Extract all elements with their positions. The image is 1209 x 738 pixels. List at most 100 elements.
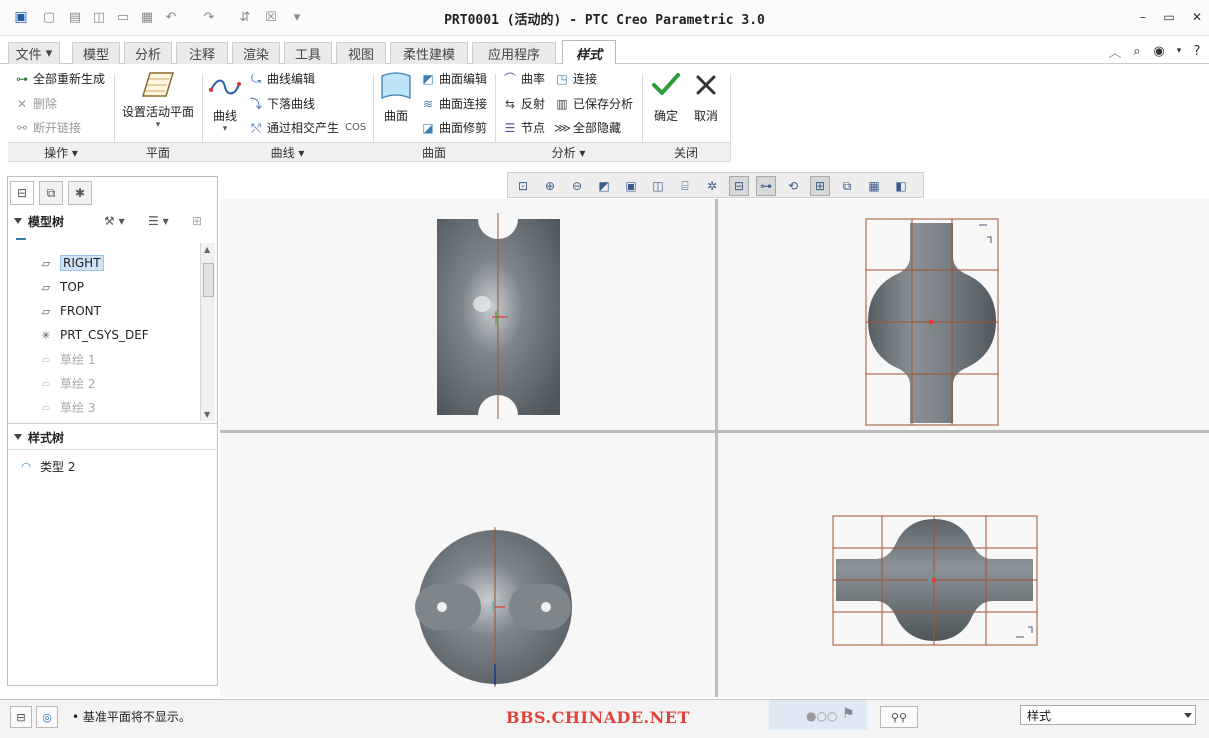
title-bar: ▣ ▢ ▤ ◫ ▭ ▦ ↶ ↷ ⇵ ☒ ▾ PRT0001 (活动的) - PT… bbox=[0, 0, 1209, 36]
curve-edit-button[interactable]: ⤿ 曲线编辑 bbox=[248, 70, 315, 87]
selection-filter-dropdown[interactable]: 样式 bbox=[1020, 705, 1196, 725]
grid-icon[interactable]: ⧉ bbox=[837, 176, 857, 196]
help-dropdown-icon[interactable]: ▾ bbox=[1170, 42, 1188, 60]
collapse-ribbon-icon[interactable]: ︿ bbox=[1106, 42, 1124, 61]
tab-style[interactable]: 样式 bbox=[562, 40, 616, 65]
viewport-divider-horizontal[interactable] bbox=[220, 430, 1209, 433]
curvature-button[interactable]: ⌒ 曲率 bbox=[502, 70, 545, 87]
model-tree-tab-icon[interactable]: ⊟ bbox=[10, 181, 34, 205]
progress-icon: ●○○ bbox=[806, 709, 838, 723]
tab-flexible-modeling[interactable]: 柔性建模 bbox=[390, 42, 468, 64]
minimize-icon[interactable]: – bbox=[1134, 9, 1152, 25]
intersect-cos-button[interactable]: ⤲ 通过相交产生 COS bbox=[248, 119, 366, 136]
tab-view[interactable]: 视图 bbox=[336, 42, 386, 64]
refit-icon[interactable]: ⊡ bbox=[513, 176, 533, 196]
annotation-display-icon[interactable]: ⟲ bbox=[783, 176, 803, 196]
tab-file[interactable]: 文件 ▾ bbox=[8, 42, 60, 64]
viewport-divider-vertical[interactable] bbox=[715, 199, 718, 697]
saved-analysis-button[interactable]: ▥ 已保存分析 bbox=[554, 95, 633, 112]
cancel-button[interactable]: 取消 bbox=[688, 72, 724, 124]
drop-curve-icon: ⤵ bbox=[249, 96, 262, 111]
view-icon[interactable]: ◧ bbox=[891, 176, 911, 196]
help-icon[interactable]: ? bbox=[1188, 42, 1206, 60]
navigator-toggle-icon[interactable]: ⊟ bbox=[10, 706, 32, 728]
zoom-in-icon[interactable]: ⊕ bbox=[540, 176, 560, 196]
settings-icon[interactable]: ⚒ ▾ bbox=[104, 214, 125, 228]
active-plane-icon bbox=[141, 72, 175, 97]
group-label-curve[interactable]: 曲线 ▾ bbox=[202, 144, 373, 160]
style-tree-item-type-2[interactable]: ◠ 类型 2 bbox=[18, 456, 75, 476]
surface-trim-button[interactable]: ◪ 曲面修剪 bbox=[420, 119, 487, 136]
zoom-out-icon[interactable]: ⊖ bbox=[567, 176, 587, 196]
reflect-button[interactable]: ⇆ 反射 bbox=[502, 95, 545, 112]
drop-curve-button[interactable]: ⤵ 下落曲线 bbox=[248, 95, 315, 112]
tab-tools[interactable]: 工具 bbox=[284, 42, 332, 64]
scroll-up-icon[interactable]: ▲ bbox=[204, 245, 210, 254]
tree-item-right[interactable]: ▱ RIGHT bbox=[38, 253, 104, 273]
viewport-side[interactable] bbox=[415, 527, 572, 687]
tree-item-sketch-1[interactable]: ⌓ 草绘 1 bbox=[38, 349, 96, 369]
tree-item-sketch-3[interactable]: ⌓ 草绘 3 bbox=[38, 397, 96, 417]
saved-orientations-icon[interactable]: ◫ bbox=[648, 176, 668, 196]
group-label-ops[interactable]: 操作 ▾ bbox=[8, 144, 114, 160]
plane-display-icon[interactable]: ⊟ bbox=[729, 176, 749, 196]
browser-toggle-icon[interactable]: ◎ bbox=[36, 706, 58, 728]
spin-center-icon[interactable]: ⊶ bbox=[756, 176, 776, 196]
repaint-icon[interactable]: ◩ bbox=[594, 176, 614, 196]
set-active-plane-button[interactable]: 设置活动平面 ▾ bbox=[118, 70, 198, 130]
connect-analysis-button[interactable]: ◳ 连接 bbox=[554, 70, 597, 87]
watermark: BBS.CHINADE.NET bbox=[506, 708, 690, 727]
datum-display-icon[interactable]: ✲ bbox=[702, 176, 722, 196]
chevron-down-icon bbox=[1184, 713, 1192, 718]
tree-item-csys[interactable]: ✳ PRT_CSYS_DEF bbox=[38, 325, 148, 345]
tab-annotate[interactable]: 注释 bbox=[176, 42, 228, 64]
reflect-icon: ⇆ bbox=[504, 96, 516, 111]
viewport-front[interactable] bbox=[437, 213, 560, 419]
curve-button[interactable]: 曲线 ▾ bbox=[206, 76, 244, 134]
surface-button[interactable]: 曲面 bbox=[376, 70, 416, 124]
tree-item-top[interactable]: ▱ TOP bbox=[38, 277, 84, 297]
tree-scrollbar[interactable]: ▲ ▼ bbox=[200, 243, 215, 421]
regenerate-all-button[interactable]: ⊶ 全部重新生成 bbox=[14, 70, 105, 87]
maximize-icon[interactable]: ▭ bbox=[1160, 9, 1178, 25]
hide-all-icon: ⋙ bbox=[554, 120, 572, 135]
group-label-analysis[interactable]: 分析 ▾ bbox=[495, 144, 642, 160]
tab-applications[interactable]: 应用程序 bbox=[472, 42, 556, 64]
model-tree-header[interactable]: 模型树 ⚒ ▾ ☰ ▾ ⊞ bbox=[8, 209, 217, 233]
filter-icon[interactable]: ⊞ bbox=[192, 214, 202, 228]
tab-render[interactable]: 渲染 bbox=[232, 42, 280, 64]
four-view-icon[interactable]: ⊞ bbox=[810, 176, 830, 196]
display-style-icon[interactable]: ▣ bbox=[621, 176, 641, 196]
collapse-icon bbox=[14, 218, 22, 224]
view-manager-icon[interactable]: ⌸ bbox=[675, 176, 695, 196]
sketch-icon: ⌓ bbox=[41, 376, 51, 389]
tab-model[interactable]: 模型 bbox=[72, 42, 120, 64]
flag-icon[interactable]: ⚑ bbox=[842, 706, 855, 722]
surface-connect-button[interactable]: ≋ 曲面连接 bbox=[420, 95, 487, 112]
favorites-tab-icon[interactable]: ✱ bbox=[68, 181, 92, 205]
close-icon[interactable]: ✕ bbox=[1188, 9, 1206, 25]
break-link-button[interactable]: ⚯ 断开链接 bbox=[14, 119, 81, 136]
tree-item-sketch-2[interactable]: ⌓ 草绘 2 bbox=[38, 373, 96, 393]
viewport-right[interactable] bbox=[832, 515, 1038, 646]
tree-item-front[interactable]: ▱ FRONT bbox=[38, 301, 101, 321]
delete-button[interactable]: ✕ 删除 bbox=[14, 95, 57, 112]
datum-plane-icon: ▱ bbox=[41, 280, 51, 294]
help-center-icon[interactable]: ◉ bbox=[1150, 42, 1168, 60]
folder-browser-tab-icon[interactable]: ⧉ bbox=[39, 181, 63, 205]
show-icon[interactable]: ☰ ▾ bbox=[148, 214, 169, 228]
ok-button[interactable]: 确定 bbox=[648, 72, 684, 124]
node-button[interactable]: ☰ 节点 bbox=[502, 119, 545, 136]
tab-analysis[interactable]: 分析 bbox=[124, 42, 172, 64]
find-icon[interactable]: ⚲⚲ bbox=[880, 706, 918, 728]
hide-all-button[interactable]: ⋙ 全部隐藏 bbox=[554, 119, 621, 136]
scroll-down-icon[interactable]: ▼ bbox=[204, 410, 210, 419]
checkmark-icon bbox=[652, 73, 680, 95]
surface-edit-button[interactable]: ◩ 曲面编辑 bbox=[420, 70, 487, 87]
graphics-window[interactable] bbox=[220, 199, 1209, 697]
scroll-thumb[interactable] bbox=[203, 263, 214, 297]
layout-icon[interactable]: ▦ bbox=[864, 176, 884, 196]
style-tree-header[interactable]: 样式树 bbox=[8, 425, 217, 449]
search-icon[interactable]: ⌕ bbox=[1128, 42, 1146, 60]
viewport-top[interactable] bbox=[865, 218, 999, 426]
